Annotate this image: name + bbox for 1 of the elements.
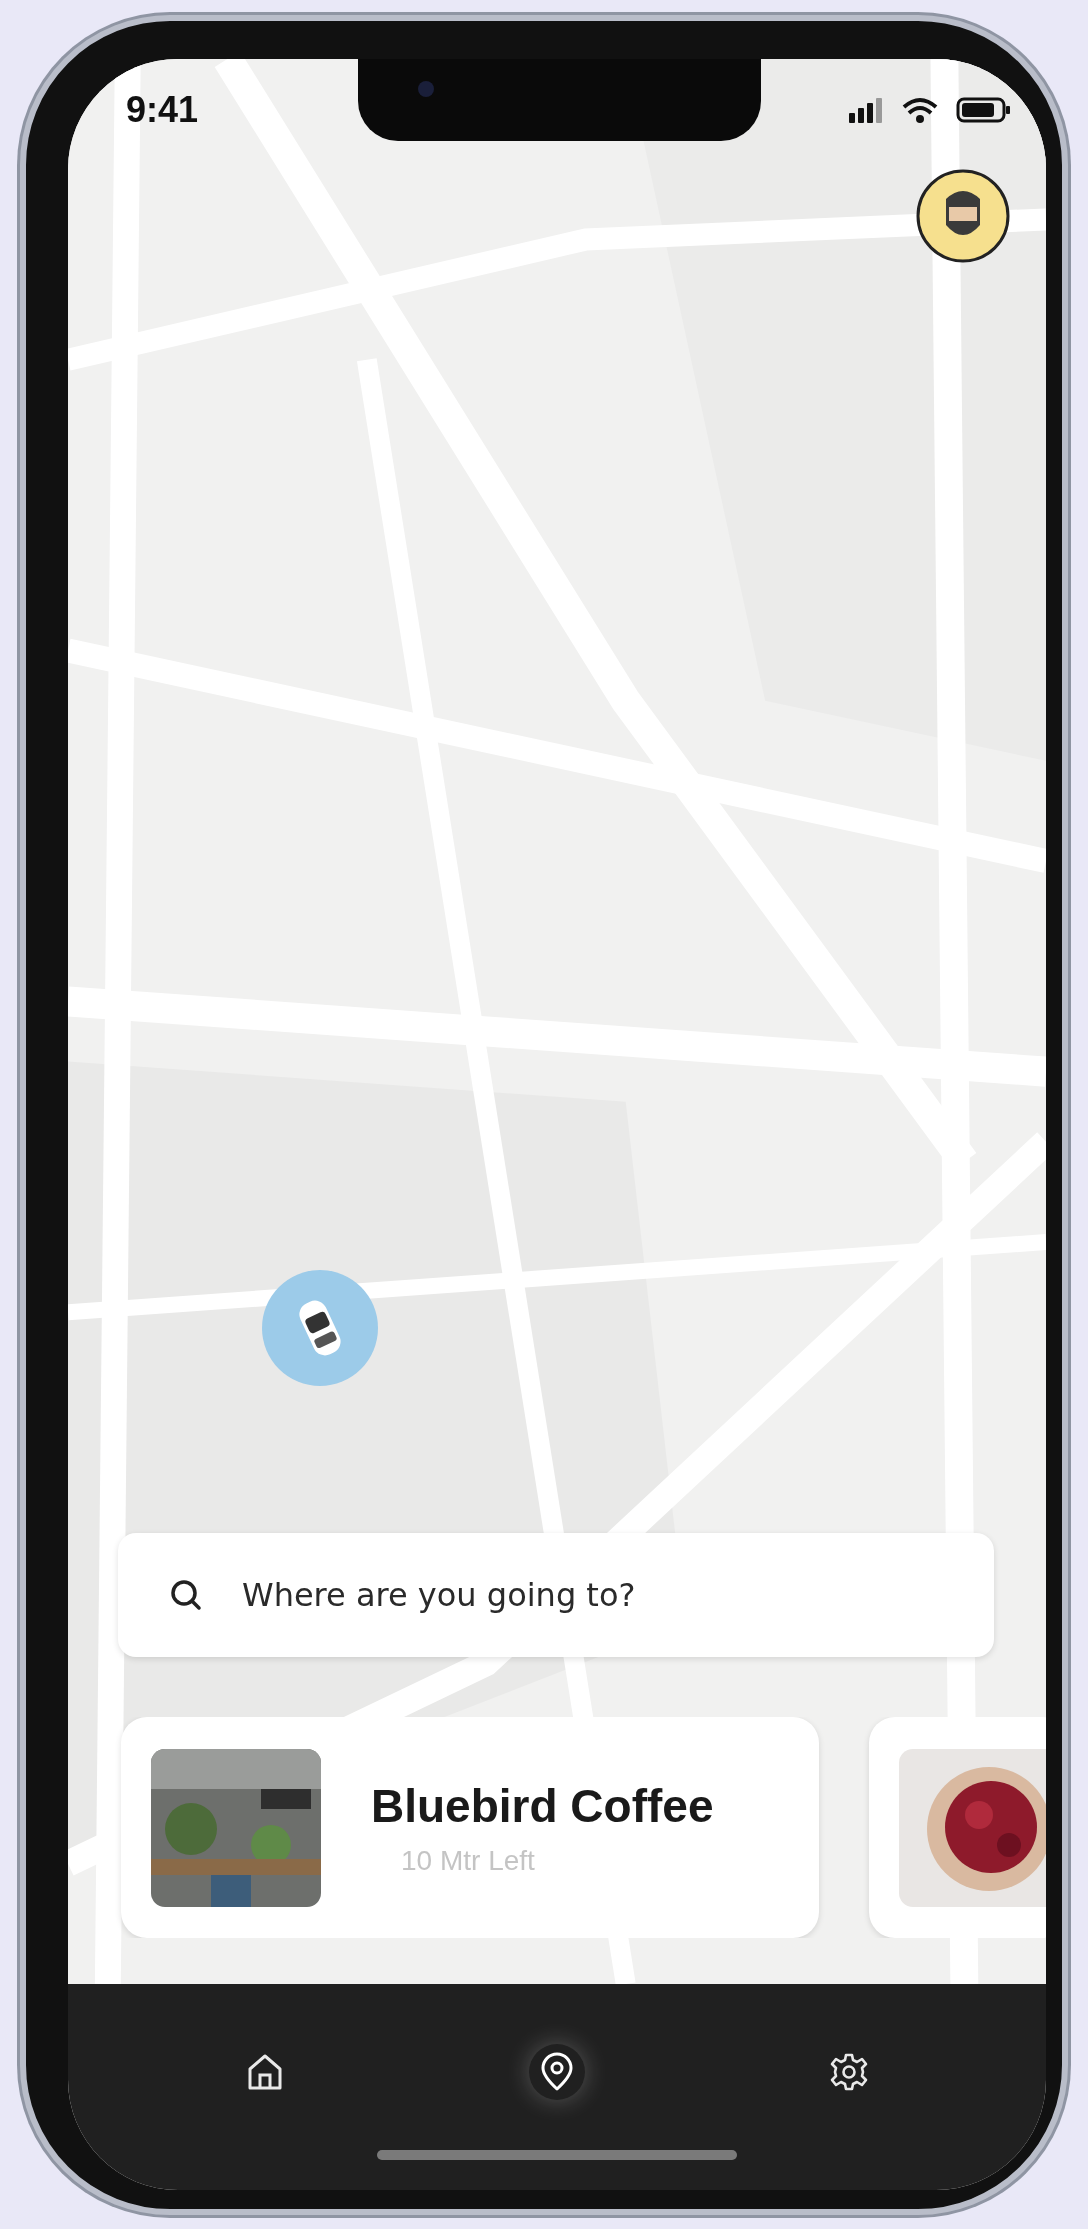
settings-icon: [829, 2052, 869, 2092]
